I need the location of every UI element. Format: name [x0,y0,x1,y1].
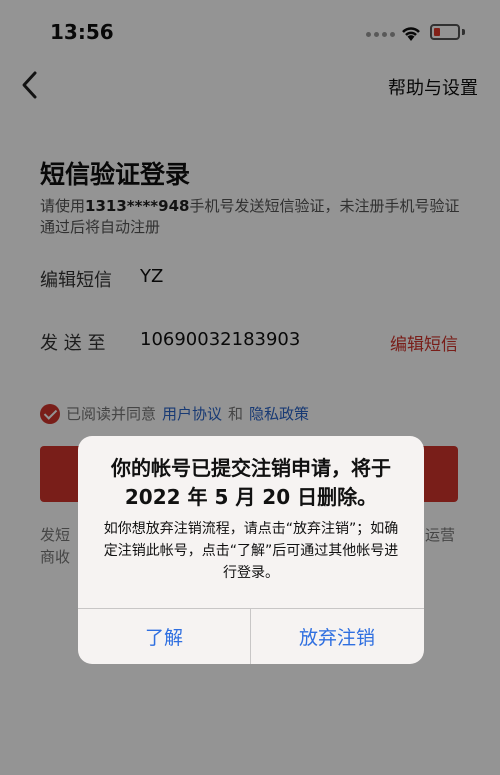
alert-title: 你的帐号已提交注销申请，将于 2022 年 5 月 20 日删除。 [111,456,391,509]
alert-message: 如你想放弃注销流程，请点击“放弃注销”；如确定注销此帐号，点击“了解”后可通过其… [103,521,399,581]
understand-button[interactable]: 了解 [78,609,250,664]
account-deletion-alert: 你的帐号已提交注销申请，将于 2022 年 5 月 20 日删除。 如你想放弃注… [78,436,424,664]
cancel-deletion-button[interactable]: 放弃注销 [251,609,423,664]
